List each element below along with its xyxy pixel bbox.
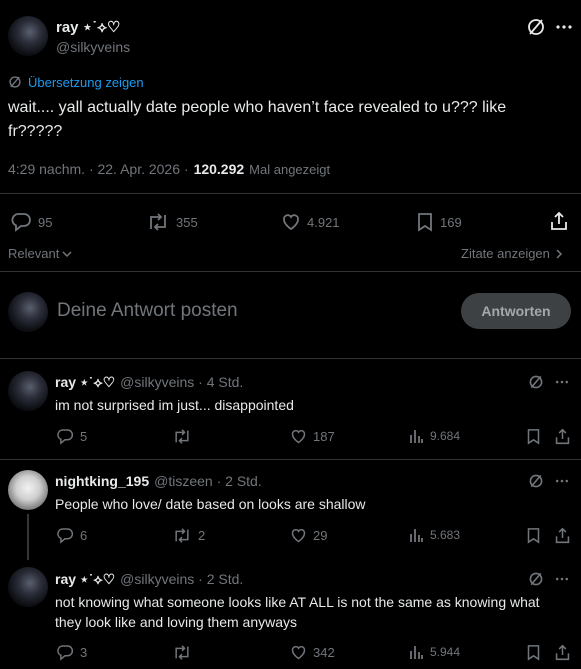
reply-icon [56, 527, 74, 544]
chevron-down-icon [61, 248, 73, 260]
reply-author-handle[interactable]: @silkyveins · 4 Std. [120, 374, 243, 390]
grok-icon[interactable] [528, 473, 544, 489]
heart-icon [290, 428, 307, 445]
views-stat[interactable]: 5.944 [408, 644, 460, 660]
reply-text: People who love/ date based on looks are… [55, 496, 366, 512]
bookmark-icon[interactable] [526, 428, 541, 445]
avatar[interactable] [8, 16, 48, 56]
repost-button[interactable]: 2 [172, 527, 205, 544]
author-name[interactable]: ray ⋆˙⟡♡ [56, 18, 120, 36]
like-button[interactable]: 187 [290, 428, 335, 445]
heart-icon [290, 644, 307, 661]
post-views: 120.292 [193, 161, 245, 177]
like-button[interactable]: 342 [290, 644, 335, 661]
reply-button[interactable]: 3 [56, 644, 87, 661]
views-icon [408, 644, 424, 660]
reply-input[interactable]: Deine Antwort posten [57, 300, 238, 322]
reply-button[interactable]: 6 [56, 527, 87, 544]
views-icon [408, 428, 424, 444]
reply-icon [56, 428, 74, 445]
divider [0, 193, 581, 194]
reply-text: im not surprised im just... disappointed [55, 397, 294, 413]
chevron-right-icon [554, 248, 564, 260]
reply-author-name[interactable]: ray ⋆˙⟡♡ [55, 374, 115, 391]
bookmark-icon [416, 212, 434, 232]
post-text: wait.... yall actually date people who h… [8, 99, 507, 140]
reply-submit-button[interactable]: Antworten [461, 293, 571, 329]
divider [0, 271, 581, 272]
grok-icon[interactable] [528, 571, 544, 587]
share-icon[interactable] [549, 211, 569, 231]
reply-header: ray ⋆˙⟡♡ @silkyveins · 2 Std. [55, 571, 243, 588]
repost-button[interactable] [172, 644, 198, 661]
post-meta: 4:29 nachm. · 22. Apr. 2026 · 120.292 Ma… [8, 161, 330, 177]
post-time[interactable]: 4:29 nachm. · 22. Apr. 2026 · [8, 161, 189, 177]
heart-icon [290, 527, 307, 544]
reply-header: ray ⋆˙⟡♡ @silkyveins · 4 Std. [55, 374, 243, 391]
views-icon [408, 527, 424, 543]
more-options-icon[interactable] [554, 17, 574, 37]
views-stat[interactable]: 5.683 [408, 527, 460, 543]
thread-line [27, 514, 29, 560]
grok-icon[interactable] [526, 17, 546, 37]
divider [0, 358, 581, 359]
avatar[interactable] [8, 567, 48, 607]
reply-author-name[interactable]: nightking_195 [55, 473, 149, 489]
more-options-icon[interactable] [554, 571, 570, 587]
repost-button[interactable]: 355 [146, 212, 198, 232]
quotes-link[interactable]: Zitate anzeigen [461, 246, 564, 261]
bookmark-button[interactable]: 169 [416, 212, 462, 232]
heart-icon [281, 212, 301, 232]
reply-author-handle[interactable]: @tiszeen · 2 Std. [154, 473, 262, 489]
my-avatar[interactable] [8, 292, 48, 332]
like-button[interactable]: 4.921 [281, 212, 340, 232]
share-icon[interactable] [554, 527, 571, 544]
author-handle[interactable]: @silkyveins [56, 39, 130, 55]
reply-button[interactable]: 95 [10, 212, 52, 232]
share-icon[interactable] [554, 644, 571, 661]
share-icon[interactable] [554, 428, 571, 445]
more-options-icon[interactable] [554, 374, 570, 390]
divider [0, 459, 581, 460]
like-button[interactable]: 29 [290, 527, 327, 544]
repost-button[interactable] [172, 428, 198, 445]
views-stat[interactable]: 9.684 [408, 428, 460, 444]
reply-icon [56, 644, 74, 661]
repost-icon [172, 527, 192, 544]
reply-author-handle[interactable]: @silkyveins · 2 Std. [120, 571, 243, 587]
avatar[interactable] [8, 470, 48, 510]
translate-icon[interactable] [8, 75, 22, 89]
grok-icon[interactable] [528, 374, 544, 390]
reply-button[interactable]: 5 [56, 428, 87, 445]
reply-header: nightking_195 @tiszeen · 2 Std. [55, 473, 262, 489]
more-options-icon[interactable] [554, 473, 570, 489]
repost-icon [172, 428, 192, 445]
sort-dropdown[interactable]: Relevant [8, 246, 73, 261]
repost-icon [146, 212, 170, 232]
bookmark-icon[interactable] [526, 527, 541, 544]
reply-author-name[interactable]: ray ⋆˙⟡♡ [55, 571, 115, 588]
repost-icon [172, 644, 192, 661]
reply-icon [10, 212, 32, 232]
translate-link[interactable]: Übersetzung zeigen [28, 75, 144, 90]
views-label: Mal angezeigt [249, 162, 331, 177]
avatar[interactable] [8, 371, 48, 411]
reply-text: not knowing what someone looks like AT A… [55, 594, 540, 630]
bookmark-icon[interactable] [526, 644, 541, 661]
